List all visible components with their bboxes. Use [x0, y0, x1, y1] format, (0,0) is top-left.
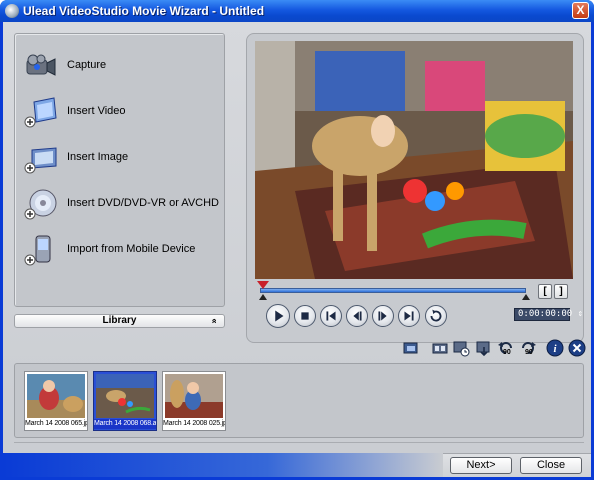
mobile-device-icon [24, 234, 58, 266]
play-button[interactable] [266, 304, 290, 328]
scrub-handle[interactable] [257, 281, 269, 289]
import-mobile-option[interactable]: Import from Mobile Device [15, 228, 226, 272]
timeline-button[interactable] [452, 339, 470, 357]
repeat-button[interactable] [425, 305, 447, 327]
insert-image-option[interactable]: Insert Image [15, 136, 226, 180]
title-bar[interactable]: Ulead VideoStudio Movie Wizard - Untitle… [0, 0, 594, 22]
wizard-window: Ulead VideoStudio Movie Wizard - Untitle… [0, 0, 594, 480]
import-mobile-label: Import from Mobile Device [67, 243, 196, 255]
previous-frame-button[interactable] [346, 305, 368, 327]
footer-gradient [3, 453, 443, 477]
home-icon [326, 311, 336, 321]
storyboard-button[interactable] [431, 339, 449, 357]
library-toggle[interactable]: Library » [14, 314, 225, 328]
media-library-strip: March 14 2008 065.jpg March 14 2008 068.… [14, 363, 584, 438]
mark-in-button[interactable]: [ [538, 284, 552, 299]
media-options-panel: Capture Insert Video Insert Image Insert… [14, 33, 225, 307]
insert-video-option[interactable]: Insert Video [15, 90, 226, 134]
trim-in-marker[interactable] [259, 294, 267, 300]
window-close-button[interactable]: X [572, 2, 589, 19]
storyboard-icon [432, 343, 448, 354]
insert-video-icon [24, 96, 58, 128]
insert-dvd-icon [24, 188, 58, 220]
scrub-bar[interactable] [260, 288, 526, 293]
library-scrollbar[interactable] [14, 442, 584, 448]
insert-image-label: Insert Image [67, 151, 129, 163]
sort-icon [476, 341, 490, 357]
insert-dvd-option[interactable]: Insert DVD/DVD-VR or AVCHD [15, 182, 226, 226]
export-icon [403, 342, 418, 354]
next-frame-button[interactable] [372, 305, 394, 327]
capture-option[interactable]: Capture [15, 44, 226, 88]
next-frame-icon [378, 311, 387, 321]
insert-image-icon [24, 142, 58, 174]
trim-out-marker[interactable] [522, 294, 530, 300]
insert-dvd-label: Insert DVD/DVD-VR or AVCHD [67, 197, 219, 209]
sort-button[interactable] [475, 339, 493, 357]
capture-label: Capture [67, 59, 107, 71]
rotate-left-button[interactable]: 90 [497, 339, 515, 357]
info-button[interactable]: i [546, 339, 564, 357]
thumbnail-caption: March 14 2008 065.jpg [25, 420, 87, 427]
rotate-right-button[interactable]: 90 [519, 339, 537, 357]
end-button[interactable] [398, 305, 420, 327]
rotate-right-degrees: 90 [525, 349, 533, 356]
video-preview[interactable] [255, 41, 573, 279]
mark-out-button[interactable]: ] [554, 284, 568, 299]
thumbnail-image [165, 374, 223, 418]
end-icon [404, 311, 414, 321]
previous-frame-icon [353, 311, 362, 321]
stop-button[interactable] [294, 305, 316, 327]
library-thumbnail-selected[interactable]: March 14 2008 068.avi [93, 371, 157, 431]
thumbnail-image [96, 374, 154, 418]
camcorder-icon [24, 50, 58, 82]
wizard-client-area: Capture Insert Video Insert Image Insert… [3, 22, 591, 477]
play-icon [275, 310, 284, 322]
video-frame-image [255, 41, 573, 279]
timecode-display[interactable]: 0:00:00:00 ⇕ [514, 308, 583, 321]
timeline-icon [453, 341, 470, 357]
export-button[interactable] [402, 339, 420, 357]
library-thumbnail[interactable]: March 14 2008 025.jpg [162, 371, 226, 431]
chevron-up-icon: » [208, 318, 219, 324]
timecode-value: 0:00:00:00 [518, 309, 573, 319]
thumbnail-caption: March 14 2008 068.avi [94, 419, 156, 429]
close-button[interactable]: Close [520, 457, 582, 474]
library-thumbnail[interactable]: March 14 2008 065.jpg [24, 371, 88, 431]
thumbnail-image [27, 374, 85, 418]
info-icon: i [546, 339, 564, 357]
delete-icon [568, 339, 586, 357]
thumbnail-caption: March 14 2008 025.jpg [163, 420, 225, 427]
insert-video-label: Insert Video [67, 105, 126, 117]
delete-button[interactable] [568, 339, 586, 357]
stop-icon [301, 312, 309, 320]
library-label: Library [102, 315, 137, 326]
home-button[interactable] [320, 305, 342, 327]
next-button[interactable]: Next> [450, 457, 512, 474]
app-icon [5, 4, 19, 18]
repeat-icon [430, 309, 442, 322]
rotate-left-degrees: 90 [503, 349, 511, 356]
spin-arrows-icon: ⇕ [572, 309, 584, 319]
window-title: Ulead VideoStudio Movie Wizard - Untitle… [23, 4, 265, 18]
